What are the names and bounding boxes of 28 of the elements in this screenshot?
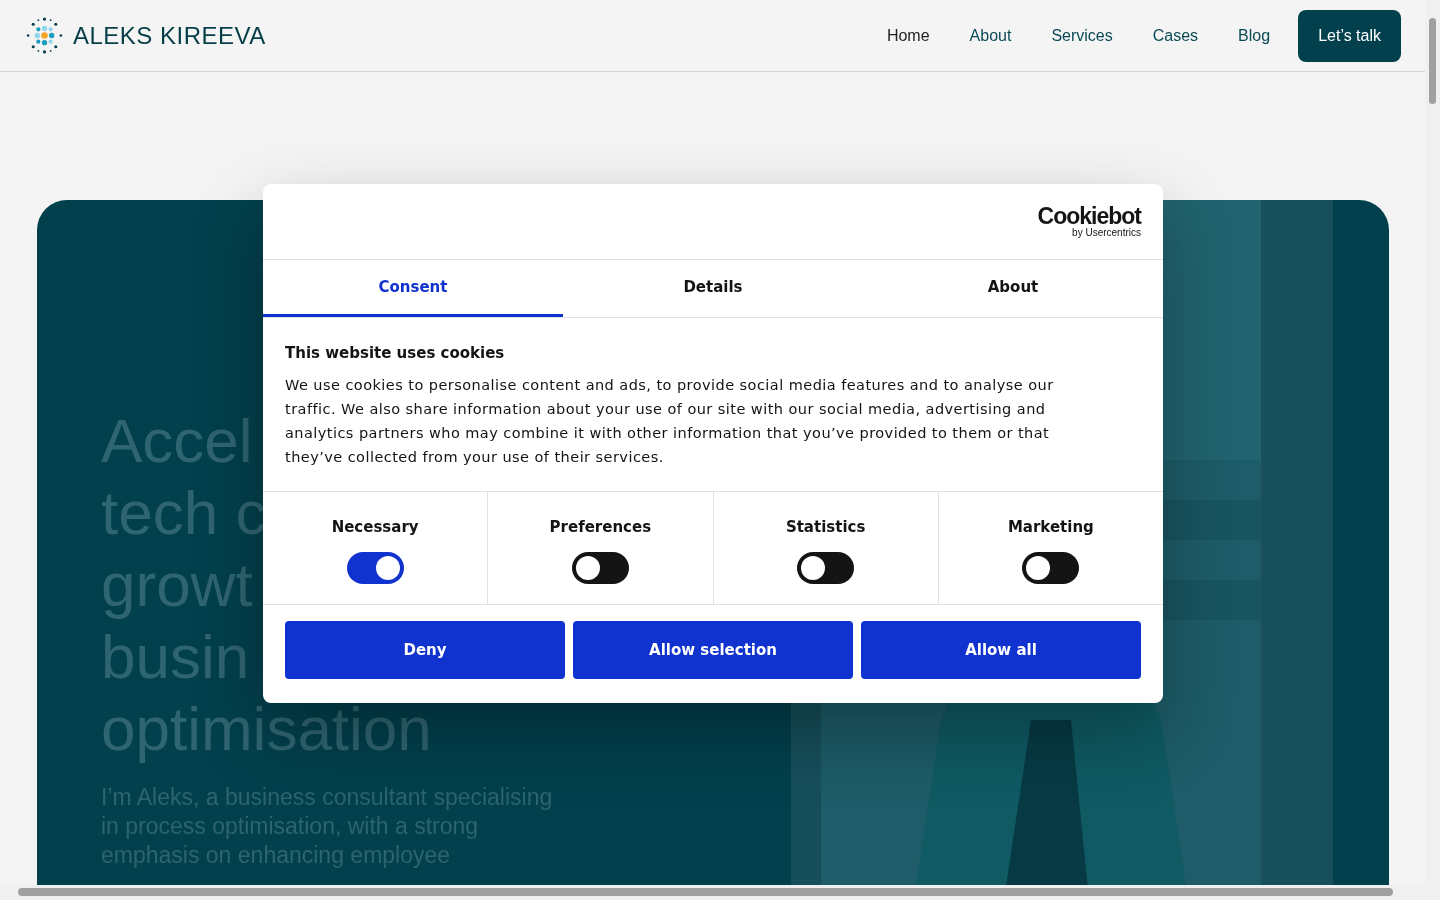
category-label: Preferences bbox=[549, 516, 652, 538]
toggle-switch[interactable] bbox=[1022, 552, 1080, 584]
nav-link[interactable]: Home bbox=[866, 15, 950, 56]
category-label: Necessary bbox=[331, 516, 419, 538]
dialog-tab[interactable]: About bbox=[863, 260, 1163, 317]
dialog-tab[interactable]: Consent bbox=[263, 260, 563, 317]
nav-link[interactable]: About bbox=[949, 15, 1032, 56]
horizontal-scrollbar[interactable] bbox=[0, 885, 1440, 900]
nav-link[interactable]: Blog bbox=[1218, 15, 1291, 56]
consent-button[interactable]: Deny bbox=[285, 621, 565, 679]
consent-button[interactable]: Allow all bbox=[861, 621, 1141, 679]
toggle-switch[interactable] bbox=[346, 552, 404, 584]
dialog-tab[interactable]: Details bbox=[563, 260, 863, 317]
nav-link[interactable]: Services bbox=[1031, 15, 1133, 56]
logo-icon bbox=[24, 15, 65, 56]
toggle-switch[interactable] bbox=[571, 552, 629, 584]
logo-subtitle: by Usercentrics bbox=[1072, 228, 1141, 238]
consent-button[interactable]: Allow selection bbox=[573, 621, 853, 679]
toggle-switch[interactable] bbox=[797, 552, 855, 584]
dialog-text: We use cookies to personalise content and ads, to provide social media features and to analyse our traffic. We also share information about your use of our site with our social media, advertising and analytics partners who may combine it with other information that you’ve provided to them or that they’ve collected from your use of their services. bbox=[285, 375, 1055, 467]
brand-name: ALEKS KIREEVA bbox=[73, 20, 266, 51]
cookiebot-logo: Cookiebot bbox=[1037, 205, 1141, 228]
nav-link[interactable]: Cases bbox=[1132, 15, 1219, 56]
vertical-scrollbar[interactable] bbox=[1425, 0, 1440, 885]
lets-talk-button[interactable]: Let’s talk bbox=[1298, 9, 1401, 62]
dialog-title: This website uses cookies bbox=[285, 343, 506, 364]
category-label: Statistics bbox=[785, 516, 866, 538]
category-label: Marketing bbox=[1007, 516, 1094, 538]
